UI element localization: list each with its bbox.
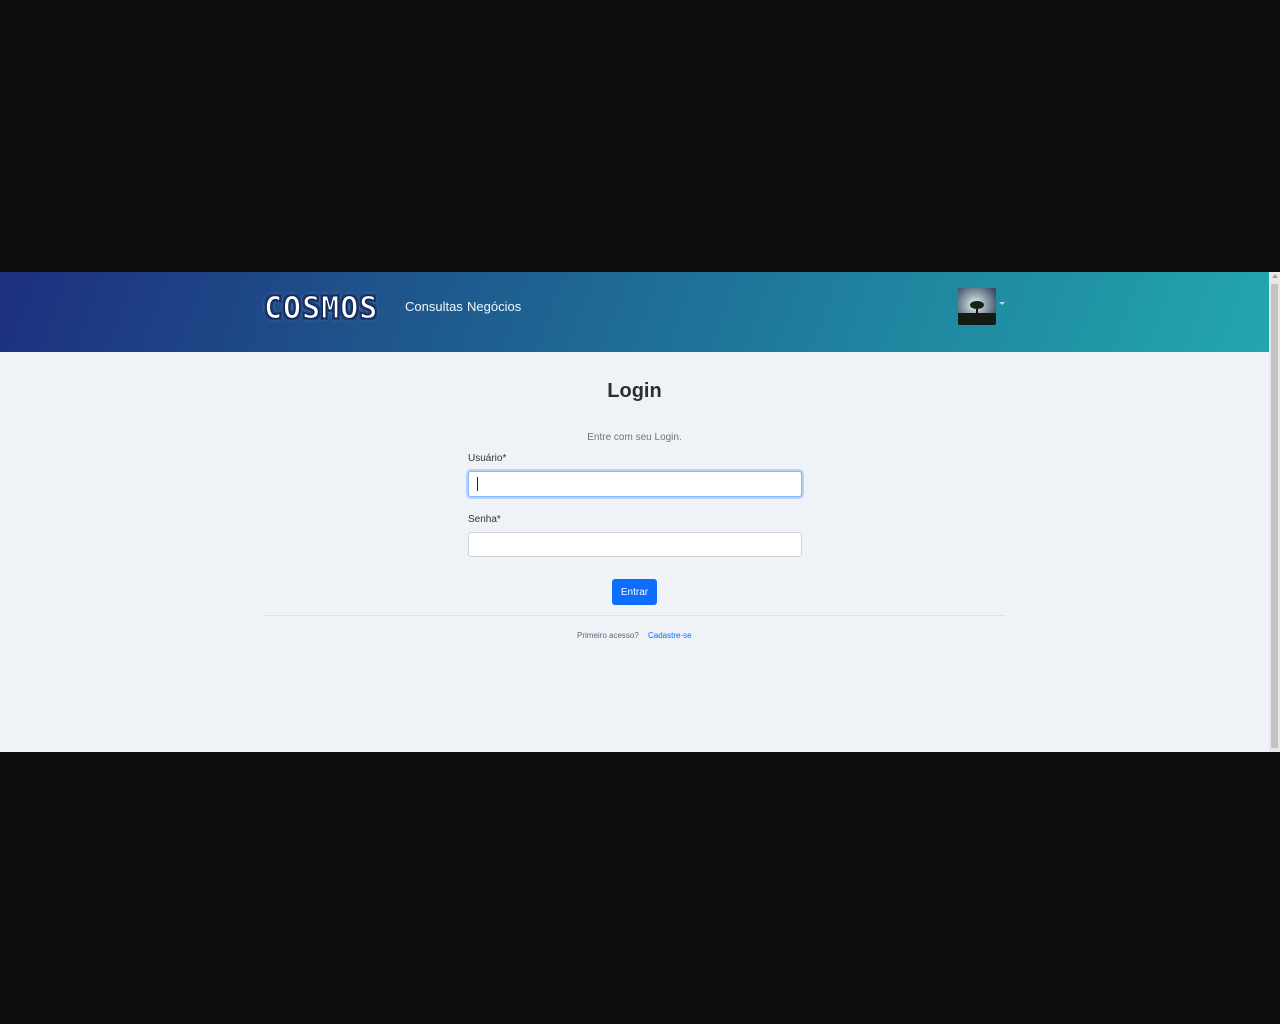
text-cursor xyxy=(477,477,478,491)
password-input[interactable] xyxy=(468,532,802,557)
top-navbar: COSMOS Consultas Negócios xyxy=(0,272,1269,352)
username-label: Usuário* xyxy=(468,453,507,464)
password-label: Senha* xyxy=(468,514,501,525)
signup-link[interactable]: Cadastre-se xyxy=(648,631,692,640)
brand-logo[interactable]: COSMOS xyxy=(263,290,379,326)
avatar-dropdown-caret-icon[interactable] xyxy=(999,302,1005,305)
page-title: Login xyxy=(607,380,662,402)
username-input[interactable] xyxy=(468,471,802,497)
scroll-up-arrow-icon[interactable] xyxy=(1272,274,1278,278)
brand-logo-text: COSMOS xyxy=(263,290,379,326)
form-divider xyxy=(264,615,1005,616)
browser-viewport: COSMOS Consultas Negócios Login Entre co… xyxy=(0,272,1280,752)
nav-link-negocios[interactable]: Negócios xyxy=(467,299,521,314)
scrollbar-thumb[interactable] xyxy=(1271,284,1278,748)
user-avatar[interactable] xyxy=(958,288,996,325)
login-submit-button[interactable]: Entrar xyxy=(612,579,657,605)
nav-link-consultas[interactable]: Consultas xyxy=(405,299,463,314)
login-subtitle: Entre com seu Login. xyxy=(587,432,682,443)
first-access-text: Primeiro acesso? xyxy=(577,631,639,640)
page-scrollbar[interactable] xyxy=(1269,272,1280,752)
avatar-tree-image xyxy=(958,288,996,325)
